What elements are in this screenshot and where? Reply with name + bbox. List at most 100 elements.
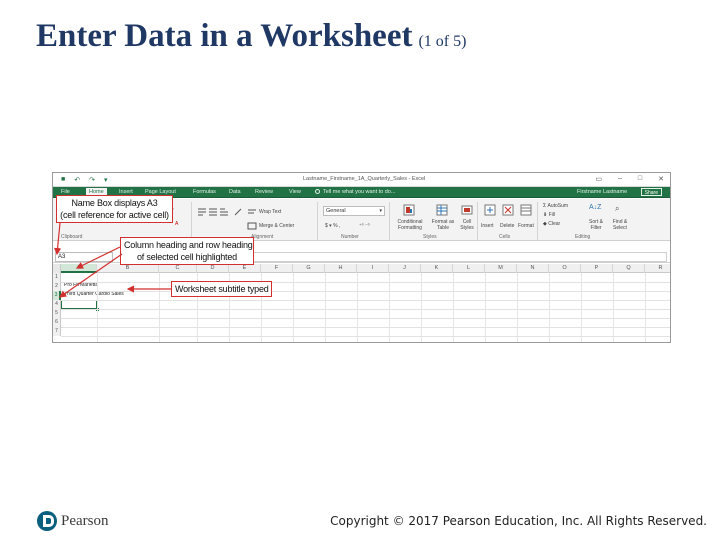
column-header-c[interactable]: C xyxy=(159,264,197,273)
column-header-e[interactable]: E xyxy=(229,264,261,273)
group-styles: Styles xyxy=(423,234,437,240)
column-header-o[interactable]: O xyxy=(549,264,581,273)
row-header-1[interactable]: 1 xyxy=(53,273,61,282)
pearson-logo: Pearson xyxy=(37,510,109,532)
select-all-corner[interactable] xyxy=(53,264,61,273)
column-header-r[interactable]: R xyxy=(645,264,670,273)
sort-filter-icon[interactable]: A↓Z xyxy=(589,204,601,211)
column-header-b[interactable]: B xyxy=(97,264,159,273)
tab-data[interactable]: Data xyxy=(229,189,241,195)
wrap-text-button[interactable]: Wrap Text xyxy=(259,209,281,215)
active-cell-a3[interactable] xyxy=(61,300,99,311)
number-format-dropdown[interactable]: General ▾ xyxy=(323,206,385,216)
tell-me-text: Tell me what you want to do... xyxy=(323,189,396,195)
font-color-icon[interactable]: A xyxy=(175,221,178,227)
column-header-d[interactable]: D xyxy=(197,264,229,273)
gridline-vertical xyxy=(389,273,390,342)
merge-center-button[interactable]: Merge & Center xyxy=(259,223,294,229)
column-header-p[interactable]: P xyxy=(581,264,613,273)
undo-icon[interactable]: ↶ xyxy=(74,176,80,184)
gridline-horizontal xyxy=(61,336,670,337)
column-header-h[interactable]: H xyxy=(325,264,357,273)
column-header-a[interactable]: A xyxy=(61,264,97,273)
share-button[interactable]: Share xyxy=(640,188,662,196)
decimal-buttons-icon[interactable]: ⁺⁰ ⁻⁰ xyxy=(359,223,370,229)
column-header-f[interactable]: F xyxy=(261,264,293,273)
callout-name-box-line2: (cell reference for active cell) xyxy=(60,210,169,220)
minimize-icon[interactable]: – xyxy=(618,175,622,183)
ribbon-display-icon[interactable]: ▭ xyxy=(595,175,602,183)
autosum-label: AutoSum xyxy=(547,203,569,209)
align-middle-icon[interactable] xyxy=(208,207,218,217)
user-name[interactable]: Firstname Lastname xyxy=(577,189,627,195)
accounting-format-icon[interactable]: $ ▾ % , xyxy=(325,223,340,229)
row-header-7[interactable]: 7 xyxy=(53,327,61,336)
tab-view[interactable]: View xyxy=(289,189,301,195)
cell-styles-button[interactable]: Cell Styles xyxy=(457,219,477,231)
gridline-vertical xyxy=(613,273,614,342)
tell-me-box[interactable]: Tell me what you want to do... xyxy=(315,189,395,195)
gridline-horizontal xyxy=(61,282,670,283)
conditional-formatting-icon[interactable] xyxy=(403,204,415,216)
gridline-horizontal xyxy=(61,300,670,301)
customize-qat-icon[interactable]: ▾ xyxy=(104,176,108,184)
column-header-k[interactable]: K xyxy=(421,264,453,273)
close-icon[interactable]: ✕ xyxy=(658,175,664,183)
column-header-g[interactable]: G xyxy=(293,264,325,273)
window-controls: ▭ – □ ✕ xyxy=(595,175,664,183)
column-header-i[interactable]: I xyxy=(357,264,389,273)
row-header-4[interactable]: 4 xyxy=(53,300,61,309)
maximize-icon[interactable]: □ xyxy=(638,175,642,183)
clear-button[interactable]: ◆ Clear xyxy=(543,221,560,227)
row-header-3[interactable]: 3 xyxy=(53,291,61,300)
insert-cells-button[interactable]: Insert xyxy=(481,223,494,229)
align-top-icon[interactable] xyxy=(197,207,207,217)
gridline-vertical xyxy=(325,273,326,342)
column-header-l[interactable]: L xyxy=(453,264,485,273)
row-header-5[interactable]: 5 xyxy=(53,309,61,318)
callout-headings-line1: Column heading and row heading xyxy=(124,240,253,250)
align-bottom-icon[interactable] xyxy=(219,207,229,217)
column-header-m[interactable]: M xyxy=(485,264,517,273)
column-header-q[interactable]: Q xyxy=(613,264,645,273)
gridline-vertical xyxy=(357,273,358,342)
orientation-icon[interactable] xyxy=(233,207,243,217)
gridline-horizontal xyxy=(61,318,670,319)
group-clipboard: Clipboard xyxy=(61,234,83,240)
row-header-6[interactable]: 6 xyxy=(53,318,61,327)
column-header-n[interactable]: N xyxy=(517,264,549,273)
conditional-formatting-button[interactable]: Conditional Formatting xyxy=(391,219,429,231)
document-title: Lastname_Firstname_1A_Quarterly_Sales - … xyxy=(303,176,426,182)
quick-access-toolbar: ■ ↶ ↷ ▾ xyxy=(61,176,108,184)
autosum-button[interactable]: Σ AutoSum xyxy=(543,203,568,209)
gridline-vertical xyxy=(293,273,294,342)
cell-styles-icon[interactable] xyxy=(461,204,473,216)
merge-center-icon[interactable] xyxy=(247,221,257,231)
delete-cells-button[interactable]: Delete xyxy=(500,223,514,229)
wrap-text-icon[interactable] xyxy=(247,207,257,217)
excel-title-bar: ■ ↶ ↷ ▾ Lastname_Firstname_1A_Quarterly_… xyxy=(53,173,670,187)
redo-icon[interactable]: ↷ xyxy=(89,176,95,184)
column-headers: ABCDEFGHIJKLMNOPQRS xyxy=(53,264,670,273)
fill-button[interactable]: ⬇ Fill xyxy=(543,212,555,218)
tab-formulas[interactable]: Formulas xyxy=(193,189,216,195)
delete-cells-icon[interactable] xyxy=(502,204,514,216)
insert-cells-icon[interactable] xyxy=(484,204,496,216)
name-box[interactable]: A3 xyxy=(55,252,113,262)
format-as-table-icon[interactable] xyxy=(436,204,448,216)
lightbulb-icon xyxy=(315,189,320,194)
pearson-logo-text: Pearson xyxy=(61,512,109,529)
group-number: Number xyxy=(341,234,359,240)
save-icon[interactable]: ■ xyxy=(61,176,65,184)
tab-review[interactable]: Review xyxy=(255,189,273,195)
find-select-button[interactable]: Find & Select xyxy=(609,219,631,231)
gridline-vertical xyxy=(549,273,550,342)
format-cells-icon[interactable] xyxy=(520,204,532,216)
column-header-j[interactable]: J xyxy=(389,264,421,273)
format-cells-button[interactable]: Format xyxy=(518,223,534,229)
row-header-2[interactable]: 2 xyxy=(53,282,61,291)
gridline-vertical xyxy=(517,273,518,342)
find-select-icon[interactable]: ⌕ xyxy=(615,204,619,214)
sort-filter-button[interactable]: Sort & Filter xyxy=(585,219,607,231)
format-as-table-button[interactable]: Format as Table xyxy=(429,219,457,231)
